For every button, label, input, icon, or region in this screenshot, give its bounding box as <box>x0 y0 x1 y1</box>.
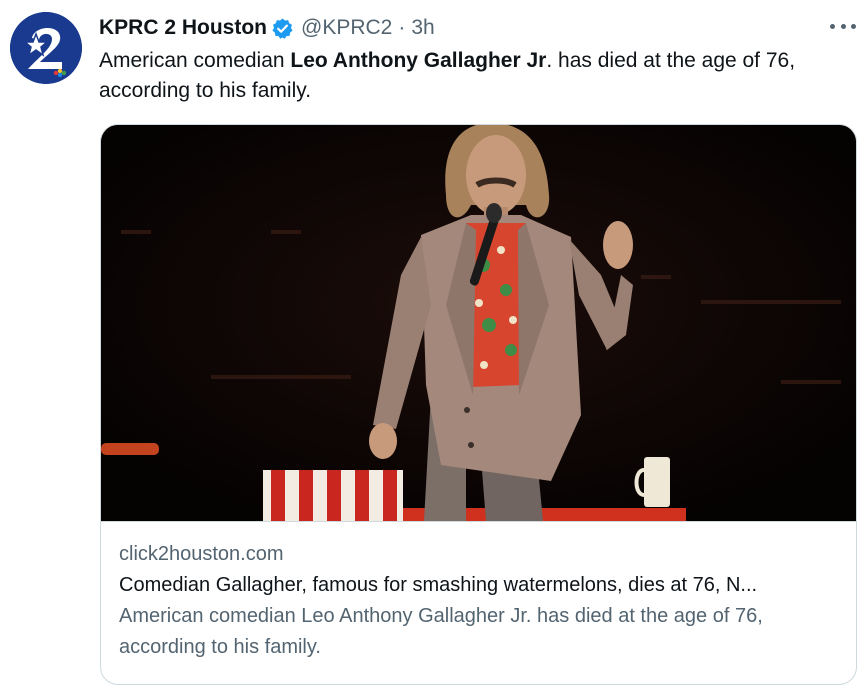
tweet-text: American comedian Leo Anthony Gallagher … <box>99 46 849 106</box>
article-photo-image[interactable] <box>101 125 856 521</box>
handle[interactable]: @KPRC2 <box>301 16 392 40</box>
tweet-text-start: American comedian <box>99 49 291 72</box>
separator-dot: · <box>398 16 406 39</box>
avatar[interactable] <box>10 12 82 84</box>
link-card[interactable]: click2houston.com Comedian Gallagher, fa… <box>100 124 857 685</box>
card-description: American comedian Leo Anthony Gallagher … <box>119 605 763 658</box>
card-domain: click2houston.com <box>119 543 284 565</box>
tweet-header: KPRC 2 Houston @KPRC2 · 3h <box>99 13 858 43</box>
more-options-icon[interactable] <box>830 14 856 38</box>
tweet[interactable]: KPRC 2 Houston @KPRC2 · 3h American come… <box>0 0 868 694</box>
card-title: Comedian Gallagher, famous for smashing … <box>119 574 758 596</box>
tweet-text-bold: Leo Anthony Gallagher Jr <box>290 49 547 72</box>
kprc2-logo-icon <box>10 12 82 84</box>
timestamp[interactable]: 3h <box>411 16 434 40</box>
display-name[interactable]: KPRC 2 Houston <box>99 16 267 40</box>
link-card-body[interactable]: click2houston.com Comedian Gallagher, fa… <box>101 521 856 684</box>
verified-badge-icon <box>271 17 294 40</box>
